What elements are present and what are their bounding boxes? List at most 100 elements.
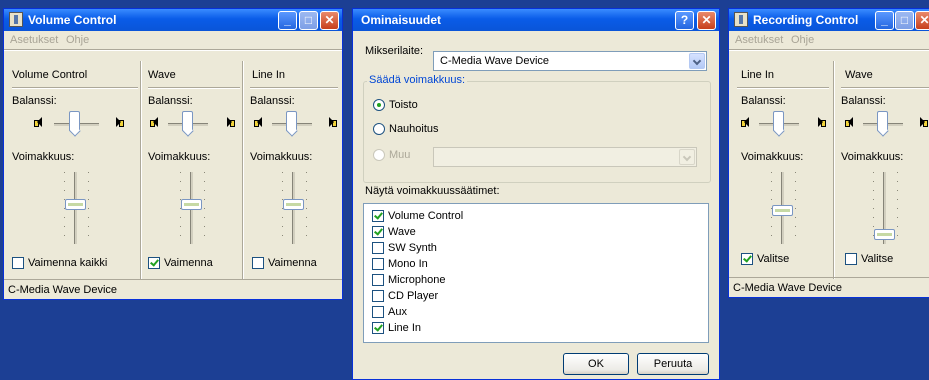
menu-asetukset[interactable]: Asetukset <box>735 34 783 46</box>
mute-wave-checkbox[interactable] <box>148 257 160 269</box>
close-button[interactable]: ✕ <box>915 11 929 30</box>
recording-radio-label: Nauhoitus <box>389 123 439 135</box>
volume-ticks <box>306 172 307 244</box>
select-wave-label: Valitse <box>861 253 894 265</box>
minimize-button[interactable]: _ <box>278 11 297 30</box>
volume-label: Voimakkuus: <box>741 151 804 163</box>
properties-titlebar[interactable]: Ominaisuudet ? ✕ <box>353 9 719 31</box>
column-separator <box>833 61 835 279</box>
properties-dialog: Ominaisuudet ? ✕ Mikserilaite: C-Media W… <box>352 8 720 380</box>
list-item: Line In <box>388 322 422 334</box>
mixer-device-value: C-Media Wave Device <box>440 55 550 67</box>
column-name-wave: Wave <box>845 69 873 81</box>
adjust-volume-legend: Säädä voimakkuus: <box>367 74 467 86</box>
column-divider <box>841 87 929 89</box>
status-bar: C-Media Wave Device <box>4 279 342 299</box>
menu-bar: Asetukset Ohje <box>4 31 342 49</box>
controls-list[interactable]: Volume Control Wave SW Synth Mono In Mic… <box>363 203 709 343</box>
volume-control-checkbox[interactable] <box>372 210 384 222</box>
left-speaker-icon <box>34 117 43 128</box>
window-title: Recording Control <box>753 13 859 27</box>
volume-ticks <box>897 172 898 244</box>
list-item: Aux <box>388 306 407 318</box>
show-controls-label: Näytä voimakkuussäätimet: <box>365 185 500 197</box>
balance-slider-thumb[interactable] <box>182 111 193 131</box>
balance-slider-thumb[interactable] <box>69 111 80 131</box>
menu-asetukset[interactable]: Asetukset <box>10 34 58 46</box>
list-item: Microphone <box>388 274 446 286</box>
status-bar: C-Media Wave Device <box>729 277 929 297</box>
mute-all-checkbox[interactable] <box>12 257 24 269</box>
mixer-device-select[interactable]: C-Media Wave Device <box>433 51 707 71</box>
volume-label: Voimakkuus: <box>12 151 75 163</box>
mixer-device-label: Mikserilaite: <box>365 45 424 57</box>
close-button[interactable]: ✕ <box>697 11 716 30</box>
column-divider <box>12 87 138 89</box>
volume-ticks <box>795 172 796 244</box>
maximize-button: □ <box>895 11 914 30</box>
status-device: C-Media Wave Device <box>8 284 118 296</box>
select-line-in-checkbox[interactable] <box>741 253 753 265</box>
list-item: Wave <box>388 226 416 238</box>
mono-in-checkbox[interactable] <box>372 258 384 270</box>
cancel-button[interactable]: Peruuta <box>637 353 709 375</box>
menu-bar: Asetukset Ohje <box>729 31 929 49</box>
volume-slider-thumb[interactable] <box>283 199 304 210</box>
list-item: CD Player <box>388 290 439 302</box>
left-speaker-icon <box>254 117 263 128</box>
volume-slider-thumb[interactable] <box>65 199 86 210</box>
maximize-button: □ <box>299 11 318 30</box>
left-speaker-icon <box>741 117 750 128</box>
speaker-app-icon <box>9 12 23 27</box>
chevron-down-icon[interactable] <box>689 53 705 69</box>
help-button[interactable]: ? <box>675 11 694 30</box>
cd-player-checkbox[interactable] <box>372 290 384 302</box>
mute-line-in-checkbox[interactable] <box>252 257 264 269</box>
status-device: C-Media Wave Device <box>733 282 843 294</box>
list-item: Volume Control <box>388 210 464 222</box>
menu-divider <box>729 49 929 51</box>
volume-label: Voimakkuus: <box>250 151 313 163</box>
other-radio <box>373 149 385 161</box>
microphone-checkbox[interactable] <box>372 274 384 286</box>
right-speaker-icon <box>919 117 928 128</box>
right-speaker-icon <box>115 117 124 128</box>
sw-synth-checkbox[interactable] <box>372 242 384 254</box>
balance-slider-thumb[interactable] <box>286 111 297 131</box>
column-name-volume-control: Volume Control <box>12 69 88 81</box>
volume-slider-thumb[interactable] <box>874 229 895 240</box>
right-speaker-icon <box>328 117 337 128</box>
recording-control-window: Recording Control _ □ ✕ Asetukset Ohje L… <box>728 8 929 298</box>
balance-slider-thumb[interactable] <box>877 111 888 131</box>
window-title: Volume Control <box>28 13 117 27</box>
mute-line-in-label: Vaimenna <box>268 257 317 269</box>
volume-label: Voimakkuus: <box>841 151 904 163</box>
balance-slider-thumb[interactable] <box>773 111 784 131</box>
menu-ohje[interactable]: Ohje <box>66 34 89 46</box>
column-name-wave: Wave <box>148 69 176 81</box>
column-divider <box>250 87 338 89</box>
aux-checkbox[interactable] <box>372 306 384 318</box>
playback-radio[interactable] <box>373 99 385 111</box>
balance-label: Balanssi: <box>841 95 886 107</box>
minimize-button[interactable]: _ <box>875 11 894 30</box>
volume-label: Voimakkuus: <box>148 151 211 163</box>
recording-control-titlebar[interactable]: Recording Control _ □ ✕ <box>729 9 929 31</box>
volume-slider-thumb[interactable] <box>181 199 202 210</box>
line-in-checkbox[interactable] <box>372 322 384 334</box>
chevron-down-icon <box>679 149 695 165</box>
volume-slider-thumb[interactable] <box>772 205 793 216</box>
right-speaker-icon <box>226 117 235 128</box>
balance-label: Balanssi: <box>12 95 57 107</box>
select-wave-checkbox[interactable] <box>845 253 857 265</box>
ok-button[interactable]: OK <box>563 353 629 375</box>
select-line-in-label: Valitse <box>757 253 790 265</box>
volume-control-titlebar[interactable]: Volume Control _ □ ✕ <box>4 9 342 31</box>
close-button[interactable]: ✕ <box>320 11 339 30</box>
column-separator <box>242 61 244 279</box>
balance-label: Balanssi: <box>148 95 193 107</box>
recording-radio[interactable] <box>373 123 385 135</box>
wave-checkbox[interactable] <box>372 226 384 238</box>
right-speaker-icon <box>817 117 826 128</box>
menu-ohje[interactable]: Ohje <box>791 34 814 46</box>
